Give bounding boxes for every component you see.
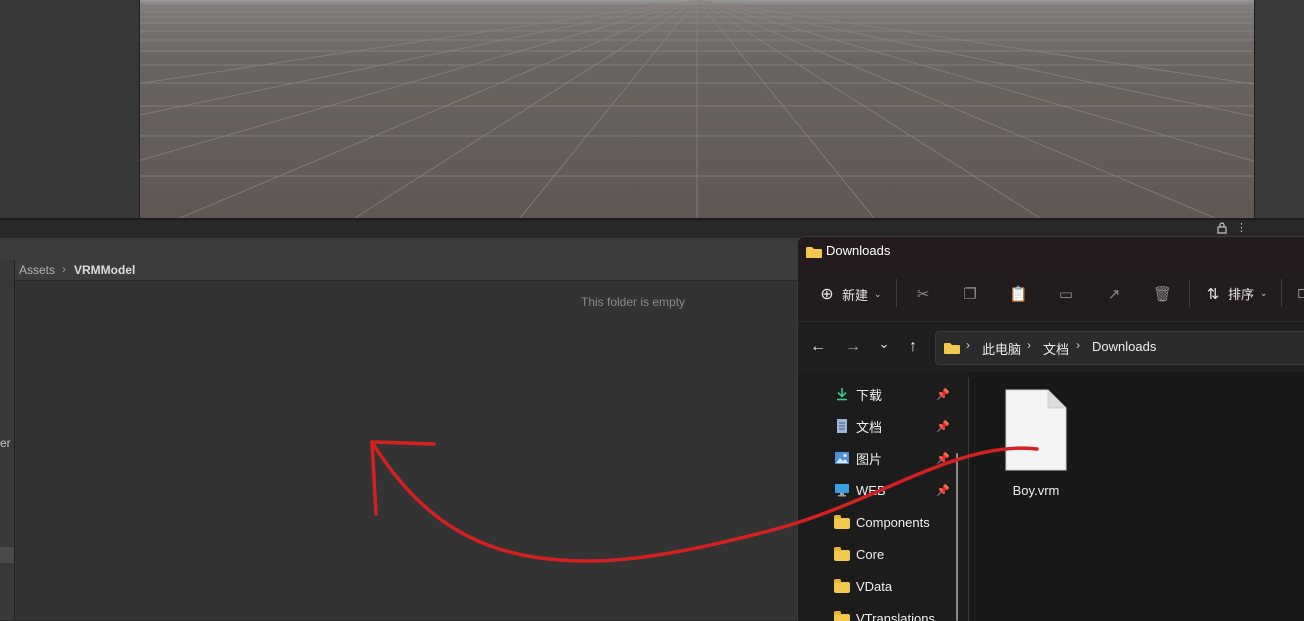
recent-locations-chevron-icon[interactable]: ⌄ xyxy=(875,336,893,352)
chevron-down-icon: ⌄ xyxy=(1260,288,1268,299)
chevron-right-icon: › xyxy=(1027,338,1031,352)
address-segment-this-pc[interactable]: 此电脑 xyxy=(982,339,1021,358)
view-icon[interactable]: □ xyxy=(1294,285,1304,302)
sidebar-item-label: Components xyxy=(856,515,930,530)
download-icon xyxy=(834,387,850,401)
sidebar-item-downloads[interactable]: 下载 xyxy=(834,384,882,404)
folder-icon xyxy=(806,245,822,257)
folder-tree-selected-row[interactable] xyxy=(0,547,14,563)
sort-icon: ⇅ xyxy=(1204,285,1222,303)
explorer-command-bar: ⊕ 新建 ⌄ ✂ ❐ 📋 ▭ ↗ 🗑 ⇅ 排序 ⌄ □ xyxy=(798,265,1304,322)
scene-view[interactable] xyxy=(139,0,1255,218)
folder-icon xyxy=(834,582,850,593)
sidebar-item-core[interactable]: Core xyxy=(834,544,884,564)
new-button[interactable]: ⊕ 新建 ⌄ xyxy=(818,284,882,304)
address-segment-downloads[interactable]: Downloads xyxy=(1092,339,1156,354)
breadcrumb-vrmmodel[interactable]: VRMModel xyxy=(74,263,135,277)
blank-file-icon xyxy=(1004,389,1068,471)
pin-icon[interactable]: 📌 xyxy=(936,388,950,401)
sidebar-item-label: 下载 xyxy=(856,385,882,404)
file-explorer-window[interactable]: Downloads ⊕ 新建 ⌄ ✂ ❐ 📋 ▭ ↗ 🗑 ⇅ 排序 ⌄ □ ← … xyxy=(797,236,1304,621)
forward-arrow-icon[interactable]: → xyxy=(844,338,862,356)
sidebar-item-label: 图片 xyxy=(856,449,882,468)
up-arrow-icon[interactable]: ↑ xyxy=(904,338,922,356)
share-icon[interactable]: ↗ xyxy=(1105,285,1123,303)
lock-icon[interactable] xyxy=(1217,222,1227,234)
sidebar-item-pictures[interactable]: 图片 xyxy=(834,448,882,468)
folder-tree-label-partial[interactable]: er xyxy=(0,436,11,450)
command-separator xyxy=(1281,279,1282,307)
plus-circle-icon: ⊕ xyxy=(818,284,836,304)
document-icon xyxy=(834,419,850,433)
chevron-down-icon: ⌄ xyxy=(874,289,882,300)
empty-folder-message: This folder is empty xyxy=(581,295,685,309)
copy-icon[interactable]: ❐ xyxy=(961,285,979,303)
pictures-icon xyxy=(834,451,850,465)
sidebar-item-label: VTranslations xyxy=(856,611,935,621)
navigation-pane-scrollbar[interactable] xyxy=(956,453,958,621)
pin-icon[interactable]: 📌 xyxy=(936,484,950,497)
sort-button-label: 排序 xyxy=(1228,284,1254,303)
sidebar-item-vdata[interactable]: VData xyxy=(834,576,892,596)
sidebar-item-label: Core xyxy=(856,547,884,562)
command-separator xyxy=(1189,279,1190,307)
file-name-label[interactable]: Boy.vrm xyxy=(999,483,1073,498)
inspector-panel xyxy=(1253,0,1304,236)
folder-icon xyxy=(944,341,960,353)
cut-icon[interactable]: ✂ xyxy=(914,285,932,303)
sidebar-item-vtranslations[interactable]: VTranslations xyxy=(834,608,935,621)
asset-grid-area[interactable] xyxy=(15,281,797,620)
explorer-title-bar[interactable]: Downloads xyxy=(798,237,1304,265)
rename-icon[interactable]: ▭ xyxy=(1057,285,1075,303)
sidebar-item-label: 文档 xyxy=(856,417,882,436)
chevron-right-icon: › xyxy=(62,262,66,276)
address-segment-documents[interactable]: 文档 xyxy=(1043,339,1069,358)
file-item-boy-vrm[interactable] xyxy=(1004,389,1068,471)
sidebar-item-label: WEB xyxy=(856,483,886,498)
command-separator xyxy=(896,279,897,307)
folder-icon xyxy=(834,550,850,561)
back-arrow-icon[interactable]: ← xyxy=(809,338,827,356)
sidebar-item-web[interactable]: WEB xyxy=(834,480,886,500)
sort-button[interactable]: ⇅ 排序 ⌄ xyxy=(1204,284,1268,303)
delete-icon[interactable]: 🗑 xyxy=(1153,285,1171,303)
sidebar-item-components[interactable]: Components xyxy=(834,512,930,532)
new-button-label: 新建 xyxy=(842,285,868,304)
chevron-right-icon: › xyxy=(966,338,970,352)
paste-icon[interactable]: 📋 xyxy=(1009,285,1027,303)
monitor-icon xyxy=(834,483,850,497)
hierarchy-panel xyxy=(0,0,139,218)
breadcrumb-assets[interactable]: Assets xyxy=(19,263,55,277)
scene-grid xyxy=(140,0,1254,218)
sidebar-item-label: VData xyxy=(856,579,892,594)
more-options-icon[interactable]: ⋮ xyxy=(1236,222,1244,234)
chevron-right-icon: › xyxy=(1076,338,1080,352)
sidebar-item-documents[interactable]: 文档 xyxy=(834,416,882,436)
folder-icon xyxy=(834,518,850,529)
pin-icon[interactable]: 📌 xyxy=(936,452,950,465)
window-title: Downloads xyxy=(826,243,890,258)
pin-icon[interactable]: 📌 xyxy=(936,420,950,433)
